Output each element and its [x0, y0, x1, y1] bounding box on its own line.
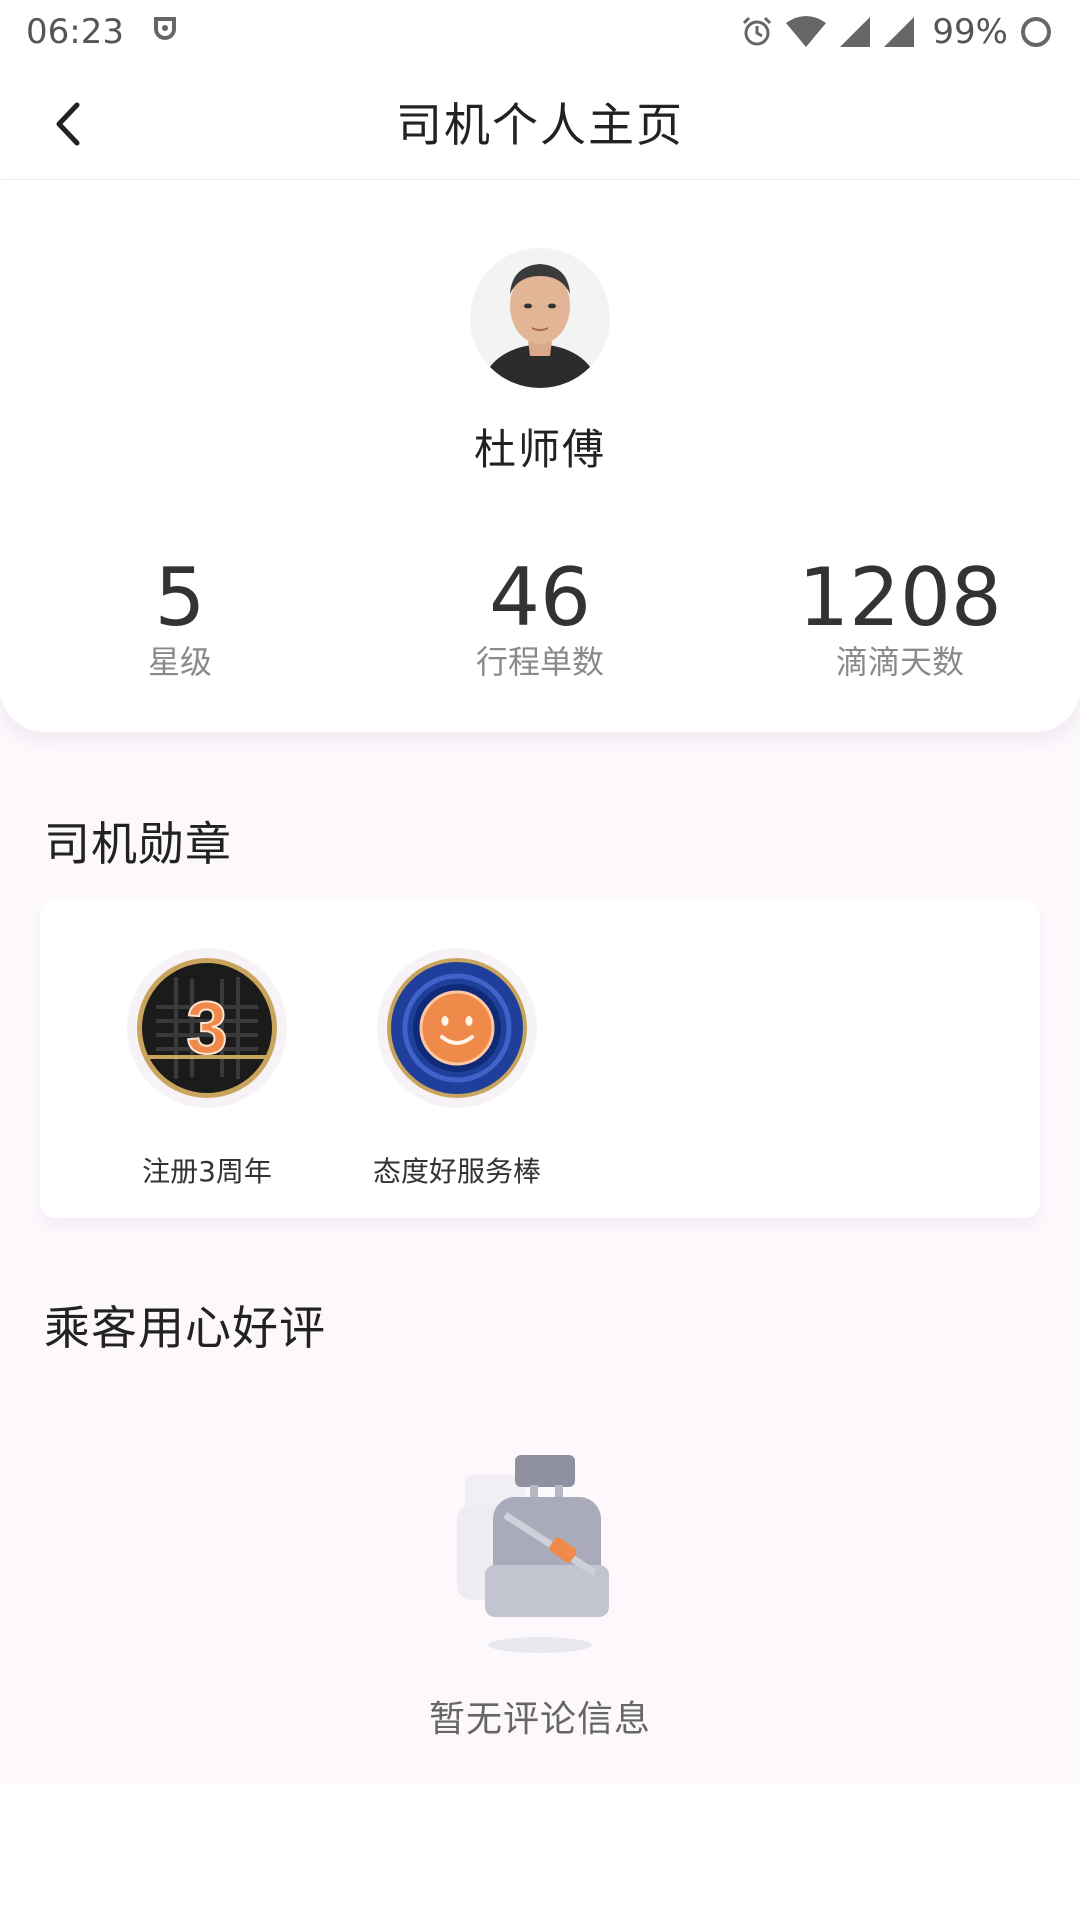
- page-title: 司机个人主页: [396, 97, 684, 152]
- badges-section-title: 司机勋章: [44, 817, 232, 871]
- stat-days: 1208 滴滴天数: [750, 555, 1050, 683]
- driver-profile-card: 杜师傅 5 星级 46 行程单数 1208 滴滴天数: [0, 180, 1080, 732]
- chevron-left-icon: [56, 102, 80, 146]
- stat-label: 滴滴天数: [835, 643, 964, 681]
- app-notification-icon: [150, 12, 180, 52]
- empty-seat-icon: [455, 1455, 625, 1655]
- anniversary-3-badge-icon: 3: [127, 948, 287, 1108]
- signal-icon: [882, 15, 916, 49]
- alarm-icon: [740, 15, 774, 49]
- badge-item[interactable]: 3 注册3周年: [87, 948, 327, 1190]
- back-button[interactable]: [44, 100, 92, 148]
- empty-state-text: 暂无评论信息: [428, 1699, 651, 1740]
- stat-label: 行程单数: [475, 643, 604, 681]
- avatar[interactable]: [470, 248, 610, 388]
- svg-text:3: 3: [186, 986, 227, 1069]
- stat-rating: 5 星级: [30, 555, 330, 683]
- top-navigation-bar: 司机个人主页: [0, 64, 1080, 180]
- badge-item[interactable]: 态度好服务棒: [337, 948, 577, 1190]
- battery-percentage: 99%: [932, 12, 1008, 52]
- stat-value: 1208: [798, 551, 1002, 644]
- bottom-area: [0, 1785, 1080, 1920]
- battery-icon: [1018, 14, 1054, 50]
- stat-value: 46: [489, 551, 591, 644]
- badge-label: 注册3周年: [142, 1155, 272, 1188]
- signal-icon: [838, 15, 872, 49]
- status-time: 06:23: [26, 12, 124, 52]
- stat-label: 星级: [147, 643, 212, 681]
- status-bar: 06:23 99%: [0, 0, 1080, 64]
- badge-label: 态度好服务棒: [372, 1155, 541, 1188]
- wifi-icon: [784, 15, 828, 49]
- driver-name: 杜师傅: [473, 425, 606, 474]
- smiley-service-badge-icon: [377, 948, 537, 1108]
- reviews-section-title: 乘客用心好评: [44, 1301, 326, 1355]
- badges-card: 3 注册3周年 态度好服务棒: [40, 900, 1040, 1218]
- stat-trips: 46 行程单数: [390, 555, 690, 683]
- stat-value: 5: [154, 551, 206, 644]
